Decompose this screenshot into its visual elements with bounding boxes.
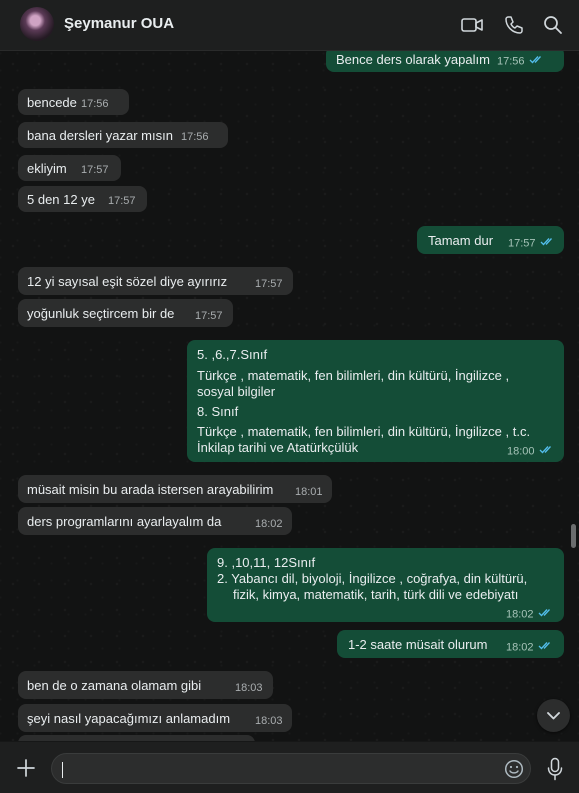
message-time: 17:56	[181, 131, 209, 143]
scrollbar[interactable]	[571, 524, 576, 548]
message-time: 18:03	[255, 715, 283, 727]
message-line: fizik, kimya, matematik, tarih, türk dil…	[233, 587, 519, 602]
text-caret	[62, 762, 63, 778]
message-incoming[interactable]: müsait misin bu arada istersen arayabili…	[18, 475, 332, 503]
message-incoming[interactable]: ders programlarını ayarlayalım da 18:02	[18, 507, 292, 535]
message-incoming[interactable]: şeyi nasıl yapacağımızı anlamadım 18:03	[18, 704, 292, 732]
message-text: Tamam dur	[428, 233, 494, 248]
message-outgoing[interactable]: 5. ,6.,7.Sınıf Türkçe , matematik, fen b…	[187, 340, 564, 462]
message-outgoing[interactable]: 1-2 saate müsait olurum 18:02	[337, 630, 564, 658]
voice-call-icon[interactable]	[504, 15, 526, 37]
message-incoming[interactable]	[18, 735, 255, 741]
message-line: sosyal bilgiler	[197, 384, 276, 399]
message-line: 5. ,6.,7.Sınıf	[197, 347, 268, 362]
contact-name[interactable]: Şeymanur OUA	[64, 15, 174, 32]
message-text: 5 den 12 ye	[27, 192, 95, 207]
message-incoming[interactable]: 5 den 12 ye 17:57	[18, 186, 147, 212]
search-icon[interactable]	[543, 15, 565, 37]
message-text: 1-2 saate müsait olurum	[348, 637, 488, 652]
microphone-icon[interactable]	[547, 757, 563, 786]
video-call-icon[interactable]	[461, 15, 483, 37]
message-incoming[interactable]: bencede 17:56	[18, 89, 129, 115]
message-incoming[interactable]: yoğunluk seçtircem bir de 17:57	[18, 299, 233, 327]
read-receipt-icon	[540, 235, 555, 252]
read-receipt-icon	[539, 443, 554, 460]
message-input[interactable]	[51, 753, 531, 784]
message-time: 18:02	[506, 639, 553, 656]
chat-header: Şeymanur OUA	[0, 0, 579, 51]
message-outgoing[interactable]: Tamam dur 17:57	[417, 226, 564, 254]
message-time: 17:56	[81, 98, 109, 110]
message-time: 17:57	[508, 235, 555, 252]
read-receipt-icon	[538, 606, 553, 623]
message-incoming[interactable]: 12 yi sayısal eşit sözel diye ayırırız 1…	[18, 267, 293, 295]
message-incoming[interactable]: ekliyim 17:57	[18, 155, 121, 181]
read-receipt-icon	[538, 639, 553, 656]
attach-plus-icon[interactable]	[17, 759, 35, 782]
message-time: 17:57	[195, 310, 223, 322]
chevron-down-icon	[546, 709, 561, 727]
read-receipt-icon	[529, 53, 544, 70]
message-time: 17:56	[497, 53, 544, 70]
message-text: bana dersleri yazar mısın	[27, 128, 173, 143]
message-time: 18:02	[255, 518, 283, 530]
message-outgoing[interactable]: Bence ders olarak yapalım 17:56	[326, 51, 564, 72]
message-list[interactable]: Bence ders olarak yapalım 17:56 bencede …	[0, 51, 579, 741]
message-text: yoğunluk seçtircem bir de	[27, 306, 175, 321]
message-text: Bence ders olarak yapalım	[336, 52, 490, 67]
avatar[interactable]	[20, 7, 54, 41]
message-line: Türkçe , matematik, fen bilimleri, din k…	[197, 424, 531, 439]
message-time: 18:03	[235, 682, 263, 694]
message-text: bencede	[27, 95, 77, 110]
message-line: İnkilap tarihi ve Atatürkçülük	[197, 440, 359, 455]
emoji-icon[interactable]	[504, 759, 524, 784]
message-time: 18:00	[507, 443, 554, 460]
message-incoming[interactable]: ben de o zamana olamam gibi 18:03	[18, 671, 273, 699]
message-incoming[interactable]: bana dersleri yazar mısın 17:56	[18, 122, 228, 148]
message-time: 17:57	[255, 278, 283, 290]
message-text: şeyi nasıl yapacağımızı anlamadım	[27, 711, 231, 726]
message-time: 18:02	[506, 606, 553, 623]
message-time: 18:01	[295, 486, 323, 498]
message-time: 17:57	[108, 195, 136, 207]
message-line: Türkçe , matematik, fen bilimleri, din k…	[197, 368, 510, 383]
message-time: 17:57	[81, 164, 109, 176]
message-text: 12 yi sayısal eşit sözel diye ayırırız	[27, 274, 228, 289]
message-line: 8. Sınıf	[197, 404, 239, 419]
scroll-to-bottom-button[interactable]	[537, 699, 570, 732]
message-line: 9. ,10,11, 12Sınıf	[217, 555, 316, 570]
message-line: 2. Yabancı dil, biyoloji, İngilizce , co…	[217, 571, 528, 586]
message-outgoing[interactable]: 9. ,10,11, 12Sınıf 2. Yabancı dil, biyol…	[207, 548, 564, 622]
message-text: müsait misin bu arada istersen arayabili…	[27, 482, 274, 497]
message-text: ben de o zamana olamam gibi	[27, 678, 202, 693]
message-text: ekliyim	[27, 161, 67, 176]
message-text: ders programlarını ayarlayalım da	[27, 514, 222, 529]
